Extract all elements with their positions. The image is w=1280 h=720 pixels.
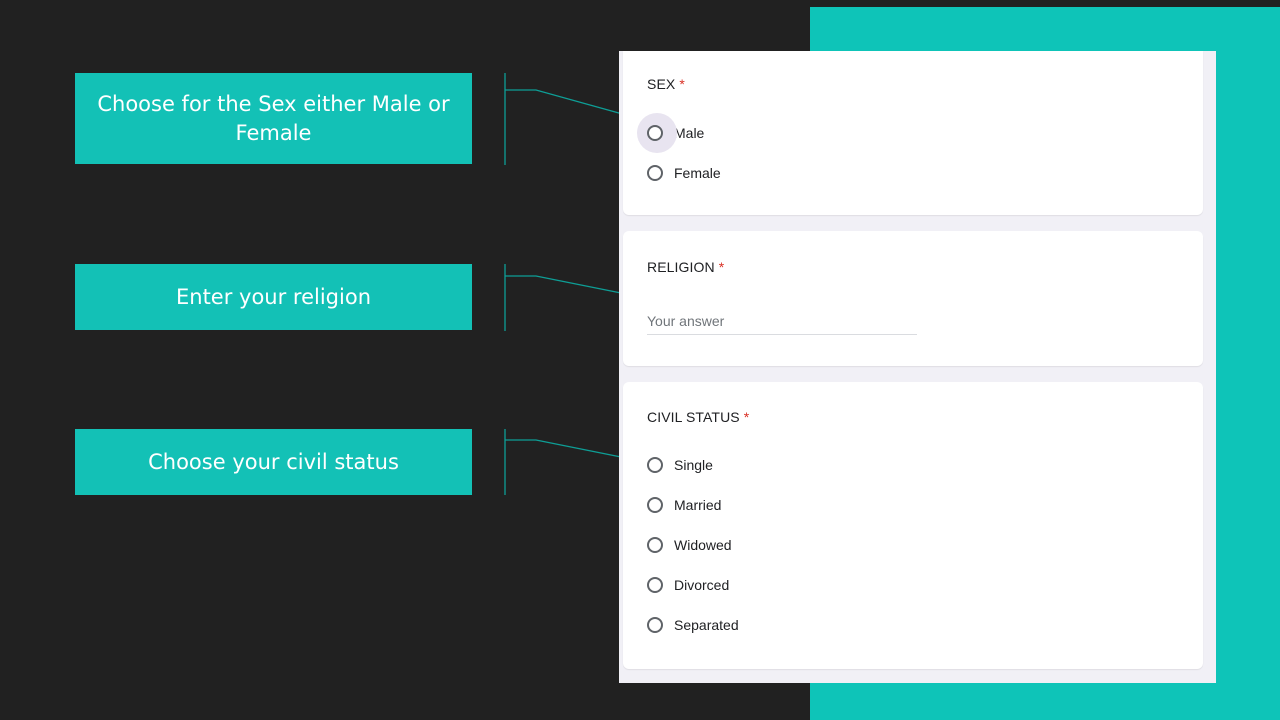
radio-option-married[interactable]: Married: [647, 493, 721, 517]
radio-option-separated[interactable]: Separated: [647, 613, 739, 637]
connector-civil-line: [505, 439, 627, 459]
callout-religion-text: Enter your religion: [175, 284, 372, 309]
required-marker: *: [743, 409, 750, 425]
radio-button-icon[interactable]: [647, 125, 663, 141]
radio-label-female: Female: [674, 165, 721, 181]
radio-button-icon[interactable]: [647, 457, 663, 473]
question-card-religion: RELIGION *: [623, 231, 1203, 366]
connector-sex-line: [505, 89, 627, 116]
radio-button-icon[interactable]: [647, 165, 663, 181]
required-marker: *: [718, 259, 725, 275]
callout-sex-text: Choose for the Sex either Male or Female: [97, 91, 450, 145]
question-title-religion-text: RELIGION: [647, 259, 715, 275]
radio-button-icon[interactable]: [647, 537, 663, 553]
question-title-civil-status-text: CIVIL STATUS: [647, 409, 740, 425]
radio-button-icon[interactable]: [647, 497, 663, 513]
radio-label-divorced: Divorced: [674, 577, 730, 593]
religion-answer-input[interactable]: [647, 313, 917, 335]
radio-label-male: Male: [674, 125, 705, 141]
callout-sex: Choose for the Sex either Male or Female: [75, 73, 472, 164]
radio-option-female[interactable]: Female: [647, 161, 721, 185]
question-title-sex-text: SEX: [647, 76, 676, 92]
radio-option-male[interactable]: Male: [637, 113, 705, 153]
question-title-religion: RELIGION *: [647, 259, 724, 275]
question-card-sex: SEX * Male Female: [623, 51, 1203, 215]
question-title-civil-status: CIVIL STATUS *: [647, 409, 749, 425]
radio-label-separated: Separated: [674, 617, 739, 633]
callout-religion: Enter your religion: [75, 264, 472, 330]
callout-civil-status-text: Choose your civil status: [148, 449, 399, 474]
radio-label-widowed: Widowed: [674, 537, 732, 553]
callout-civil-status: Choose your civil status: [75, 429, 472, 495]
radio-option-single[interactable]: Single: [647, 453, 713, 477]
radio-button-icon[interactable]: [647, 577, 663, 593]
radio-button-icon[interactable]: [647, 617, 663, 633]
required-marker: *: [679, 76, 685, 92]
radio-option-divorced[interactable]: Divorced: [647, 573, 729, 597]
question-card-civil-status: CIVIL STATUS * Single Married Widowed Div…: [623, 382, 1203, 669]
radio-label-single: Single: [674, 457, 713, 473]
radio-option-widowed[interactable]: Widowed: [647, 533, 732, 557]
form-screenshot: SEX* Male Female RELIGION* CIVIL STATUS*…: [619, 51, 1216, 683]
connector-religion-line: [505, 275, 627, 295]
question-title-sex: SEX *: [647, 76, 685, 92]
radio-label-married: Married: [674, 497, 722, 513]
